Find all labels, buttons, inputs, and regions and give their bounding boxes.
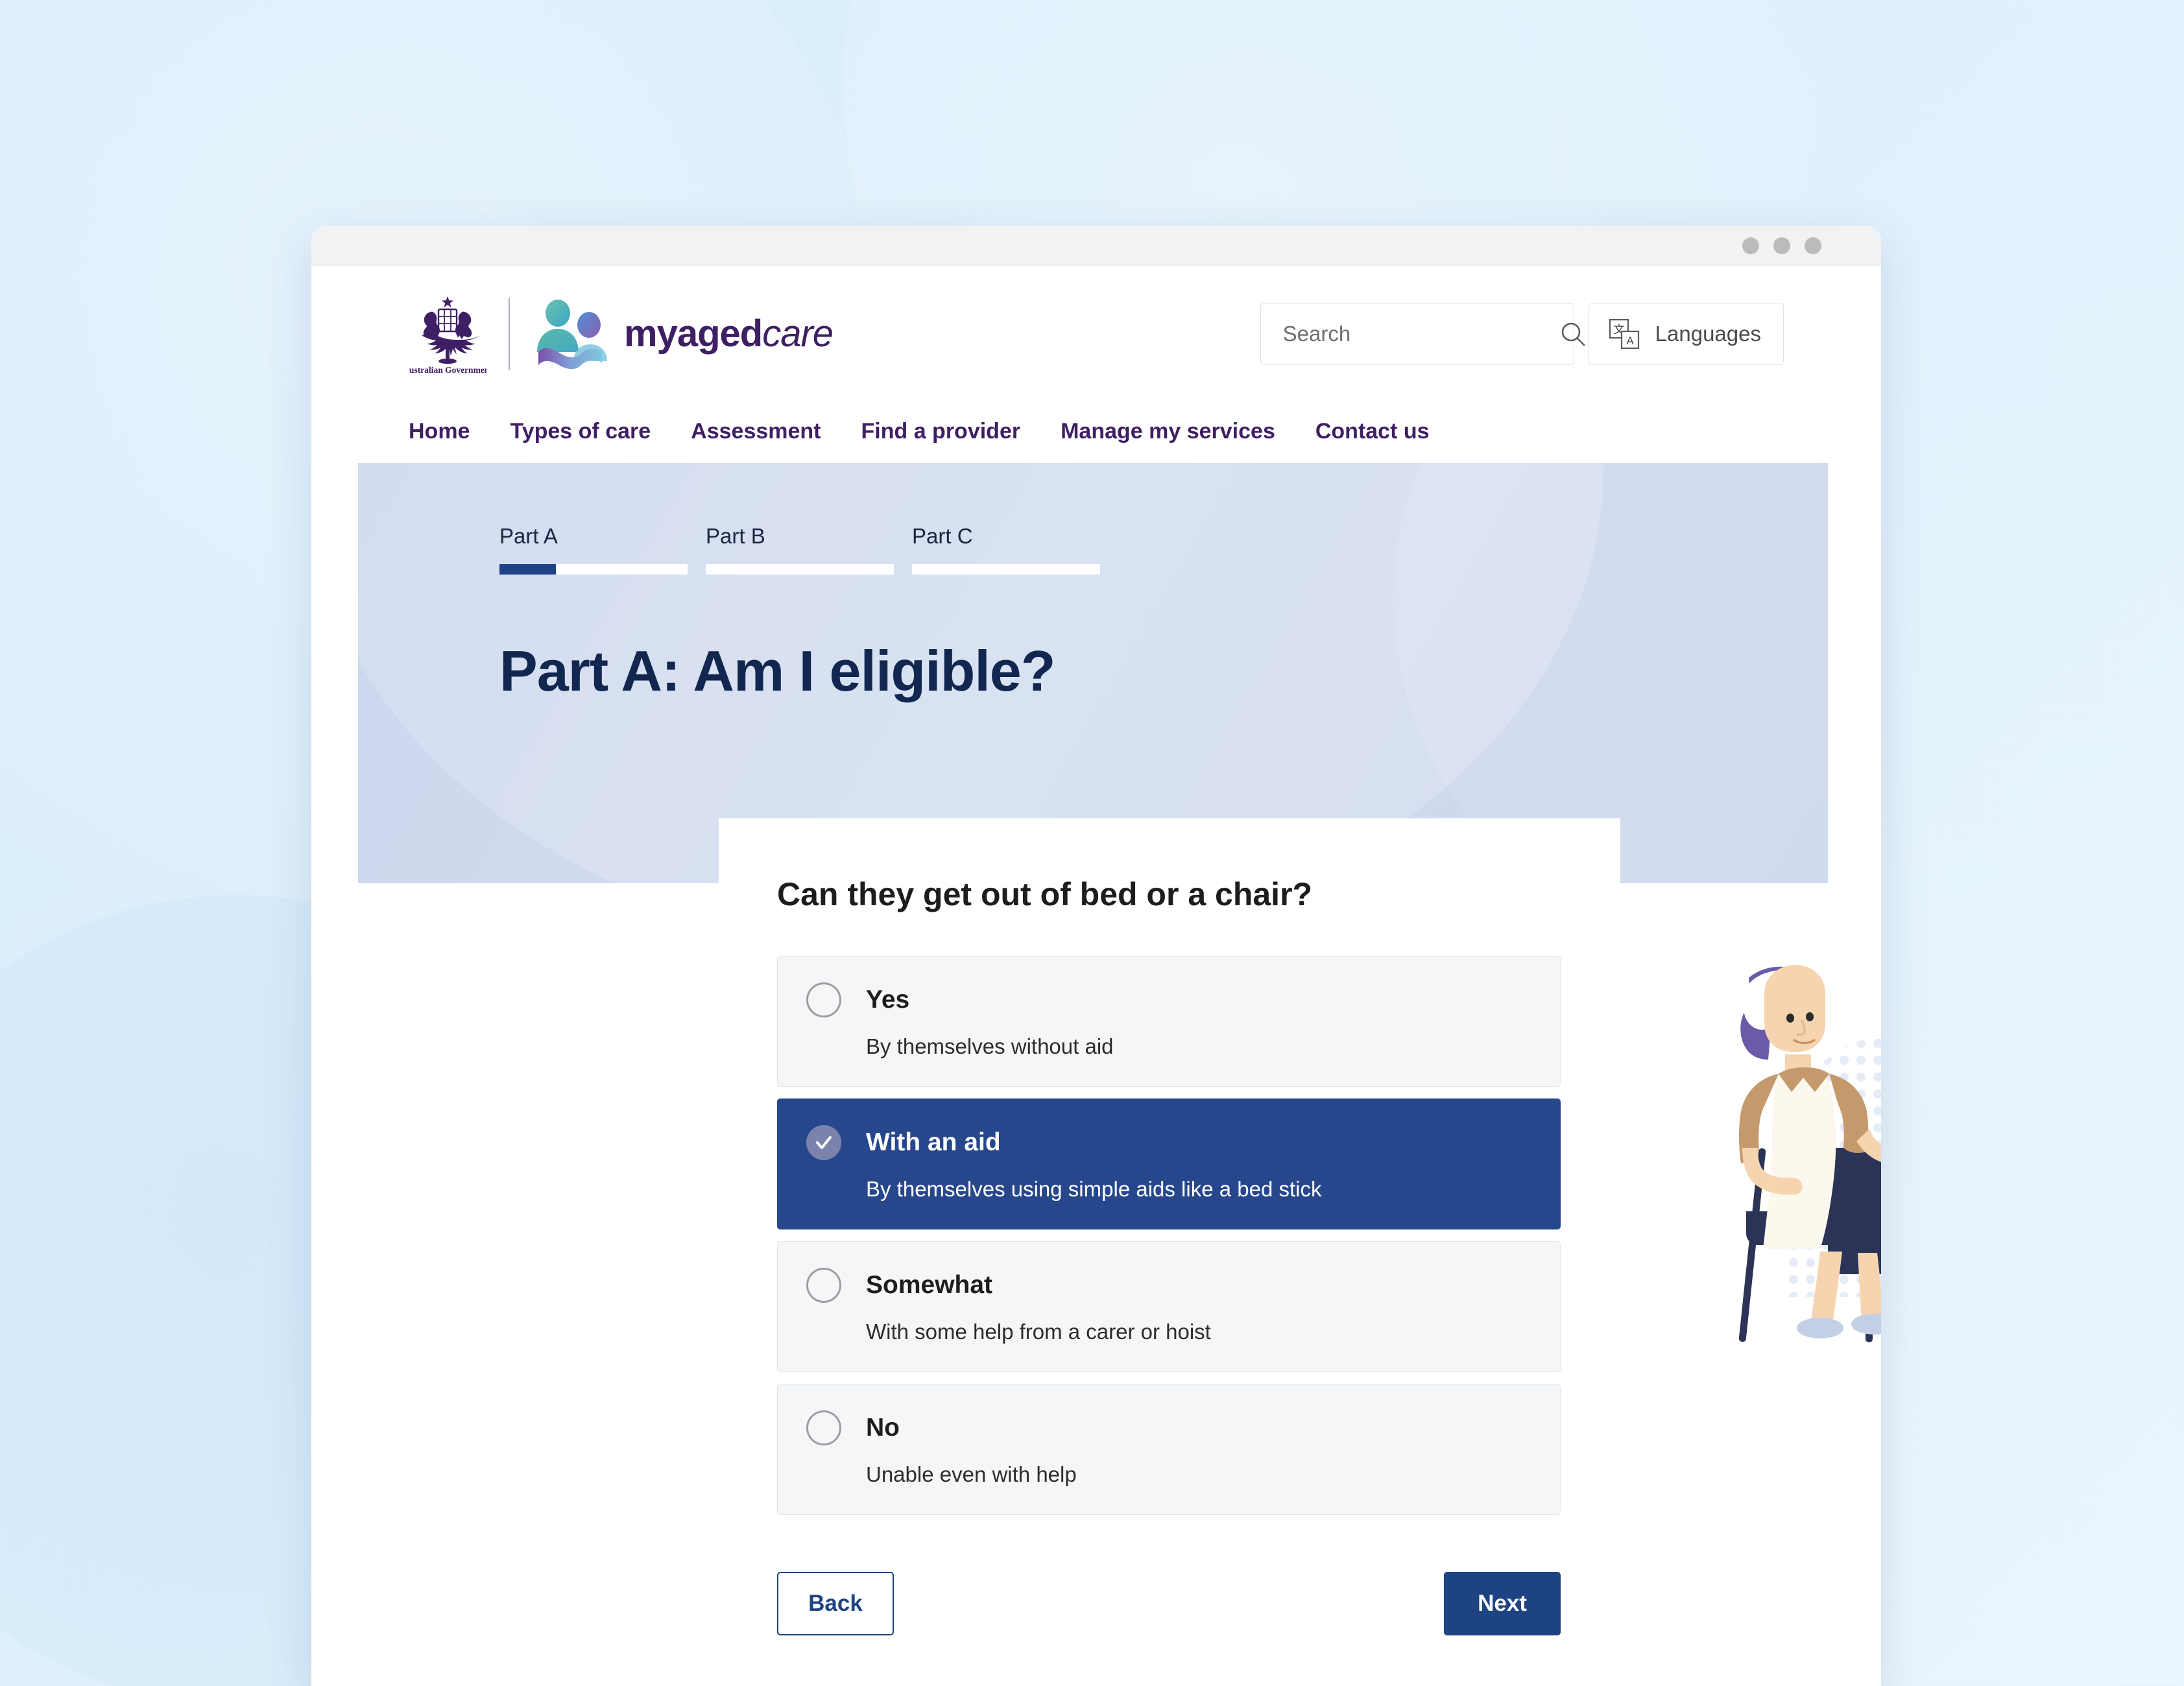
next-button[interactable]: Next <box>1444 1572 1561 1635</box>
progress-step-part-b[interactable]: Part B <box>706 524 894 575</box>
svg-text:A: A <box>1626 335 1634 347</box>
nav-item-home[interactable]: Home <box>409 419 470 444</box>
progress-label-part-c: Part C <box>912 524 973 548</box>
nav-item-contact-us[interactable]: Contact us <box>1315 419 1430 444</box>
nav-item-find-a-provider[interactable]: Find a provider <box>861 419 1021 444</box>
answer-description-no: Unable even with help <box>866 1462 1077 1486</box>
answer-label-with-an-aid: With an aid <box>866 1128 1001 1156</box>
answer-option-yes[interactable]: Yes By themselves without aid <box>777 956 1561 1087</box>
answer-option-header: Yes <box>806 982 1531 1017</box>
progress-step-part-c[interactable]: Part C <box>912 524 1100 575</box>
brand-lockup[interactable]: Australian Government <box>409 292 834 375</box>
browser-window: Australian Government <box>311 226 1881 1686</box>
nav-item-assessment[interactable]: Assessment <box>691 419 821 444</box>
progress-label-part-b: Part B <box>706 524 765 548</box>
question-card: Can they get out of bed or a chair? Yes … <box>719 818 1620 1686</box>
wordmark-aged: aged <box>677 313 763 355</box>
wordmark-my: my <box>624 313 678 355</box>
brand-divider <box>509 298 510 370</box>
answer-option-somewhat[interactable]: Somewhat With some help from a carer or … <box>777 1241 1561 1372</box>
page-title: Part A: Am I eligible? <box>499 639 1055 703</box>
progress-label-part-a: Part A <box>499 524 558 548</box>
progress-track-part-a <box>499 564 688 575</box>
answer-option-with-an-aid[interactable]: With an aid By themselves using simple a… <box>777 1098 1561 1229</box>
question-heading: Can they get out of bed or a chair? <box>777 876 1313 912</box>
site-header: Australian Government <box>311 266 1881 402</box>
answer-label-yes: Yes <box>866 986 910 1014</box>
progress-step-part-a[interactable]: Part A <box>499 524 688 575</box>
assessment-progress: Part A Part B Part C <box>499 524 1100 575</box>
window-dot-3[interactable] <box>1805 237 1821 254</box>
search-box[interactable] <box>1260 303 1585 365</box>
elderly-woman-seated-with-cane-illustration <box>1738 965 1881 1342</box>
back-button[interactable]: Back <box>777 1572 894 1635</box>
window-dot-1[interactable] <box>1742 237 1759 254</box>
answer-options-group: Yes By themselves without aid With an ai… <box>777 956 1561 1515</box>
myagedcare-people-icon <box>537 300 607 369</box>
answer-option-header: Somewhat <box>806 1268 1531 1303</box>
answer-label-no: No <box>866 1414 900 1442</box>
main-navigation: Home Types of care Assessment Find a pro… <box>311 402 1881 460</box>
radio-button-no[interactable] <box>806 1410 841 1445</box>
answer-option-no[interactable]: No Unable even with help <box>777 1384 1561 1515</box>
languages-button[interactable]: 文 A Languages <box>1588 303 1784 365</box>
progress-track-part-c <box>912 564 1100 575</box>
progress-track-part-b <box>706 564 894 575</box>
radio-button-with-an-aid[interactable] <box>806 1125 841 1160</box>
answer-option-header: With an aid <box>806 1125 1531 1160</box>
search-icon[interactable] <box>1559 320 1587 348</box>
coat-of-arms-caption: Australian Government <box>409 365 486 375</box>
australian-government-coat-of-arms-icon: Australian Government <box>409 296 486 375</box>
header-tools: 文 A Languages <box>1260 303 1784 365</box>
answer-description-with-an-aid: By themselves using simple aids like a b… <box>866 1177 1322 1201</box>
languages-label: Languages <box>1655 322 1761 346</box>
nav-item-manage-my-services[interactable]: Manage my services <box>1061 419 1275 444</box>
answer-label-somewhat: Somewhat <box>866 1271 993 1299</box>
myagedcare-wordmark: myagedcare <box>624 313 834 355</box>
nav-item-types-of-care[interactable]: Types of care <box>510 419 651 444</box>
browser-titlebar <box>311 226 1881 266</box>
answer-option-header: No <box>806 1410 1531 1445</box>
progress-fill-part-a <box>499 564 556 575</box>
form-actions: Back Next <box>777 1572 1561 1686</box>
check-icon <box>816 1136 832 1149</box>
window-dot-2[interactable] <box>1773 237 1790 254</box>
answer-description-somewhat: With some help from a carer or hoist <box>866 1320 1211 1344</box>
answer-description-yes: By themselves without aid <box>866 1034 1114 1058</box>
radio-button-somewhat[interactable] <box>806 1268 841 1303</box>
page-viewport: Australian Government <box>311 266 1881 1686</box>
myagedcare-logo[interactable]: myagedcare <box>532 299 834 369</box>
wordmark-care: care <box>762 313 834 355</box>
search-input[interactable] <box>1282 322 1559 346</box>
radio-button-yes[interactable] <box>806 982 841 1017</box>
translate-icon: 文 A <box>1609 318 1639 350</box>
